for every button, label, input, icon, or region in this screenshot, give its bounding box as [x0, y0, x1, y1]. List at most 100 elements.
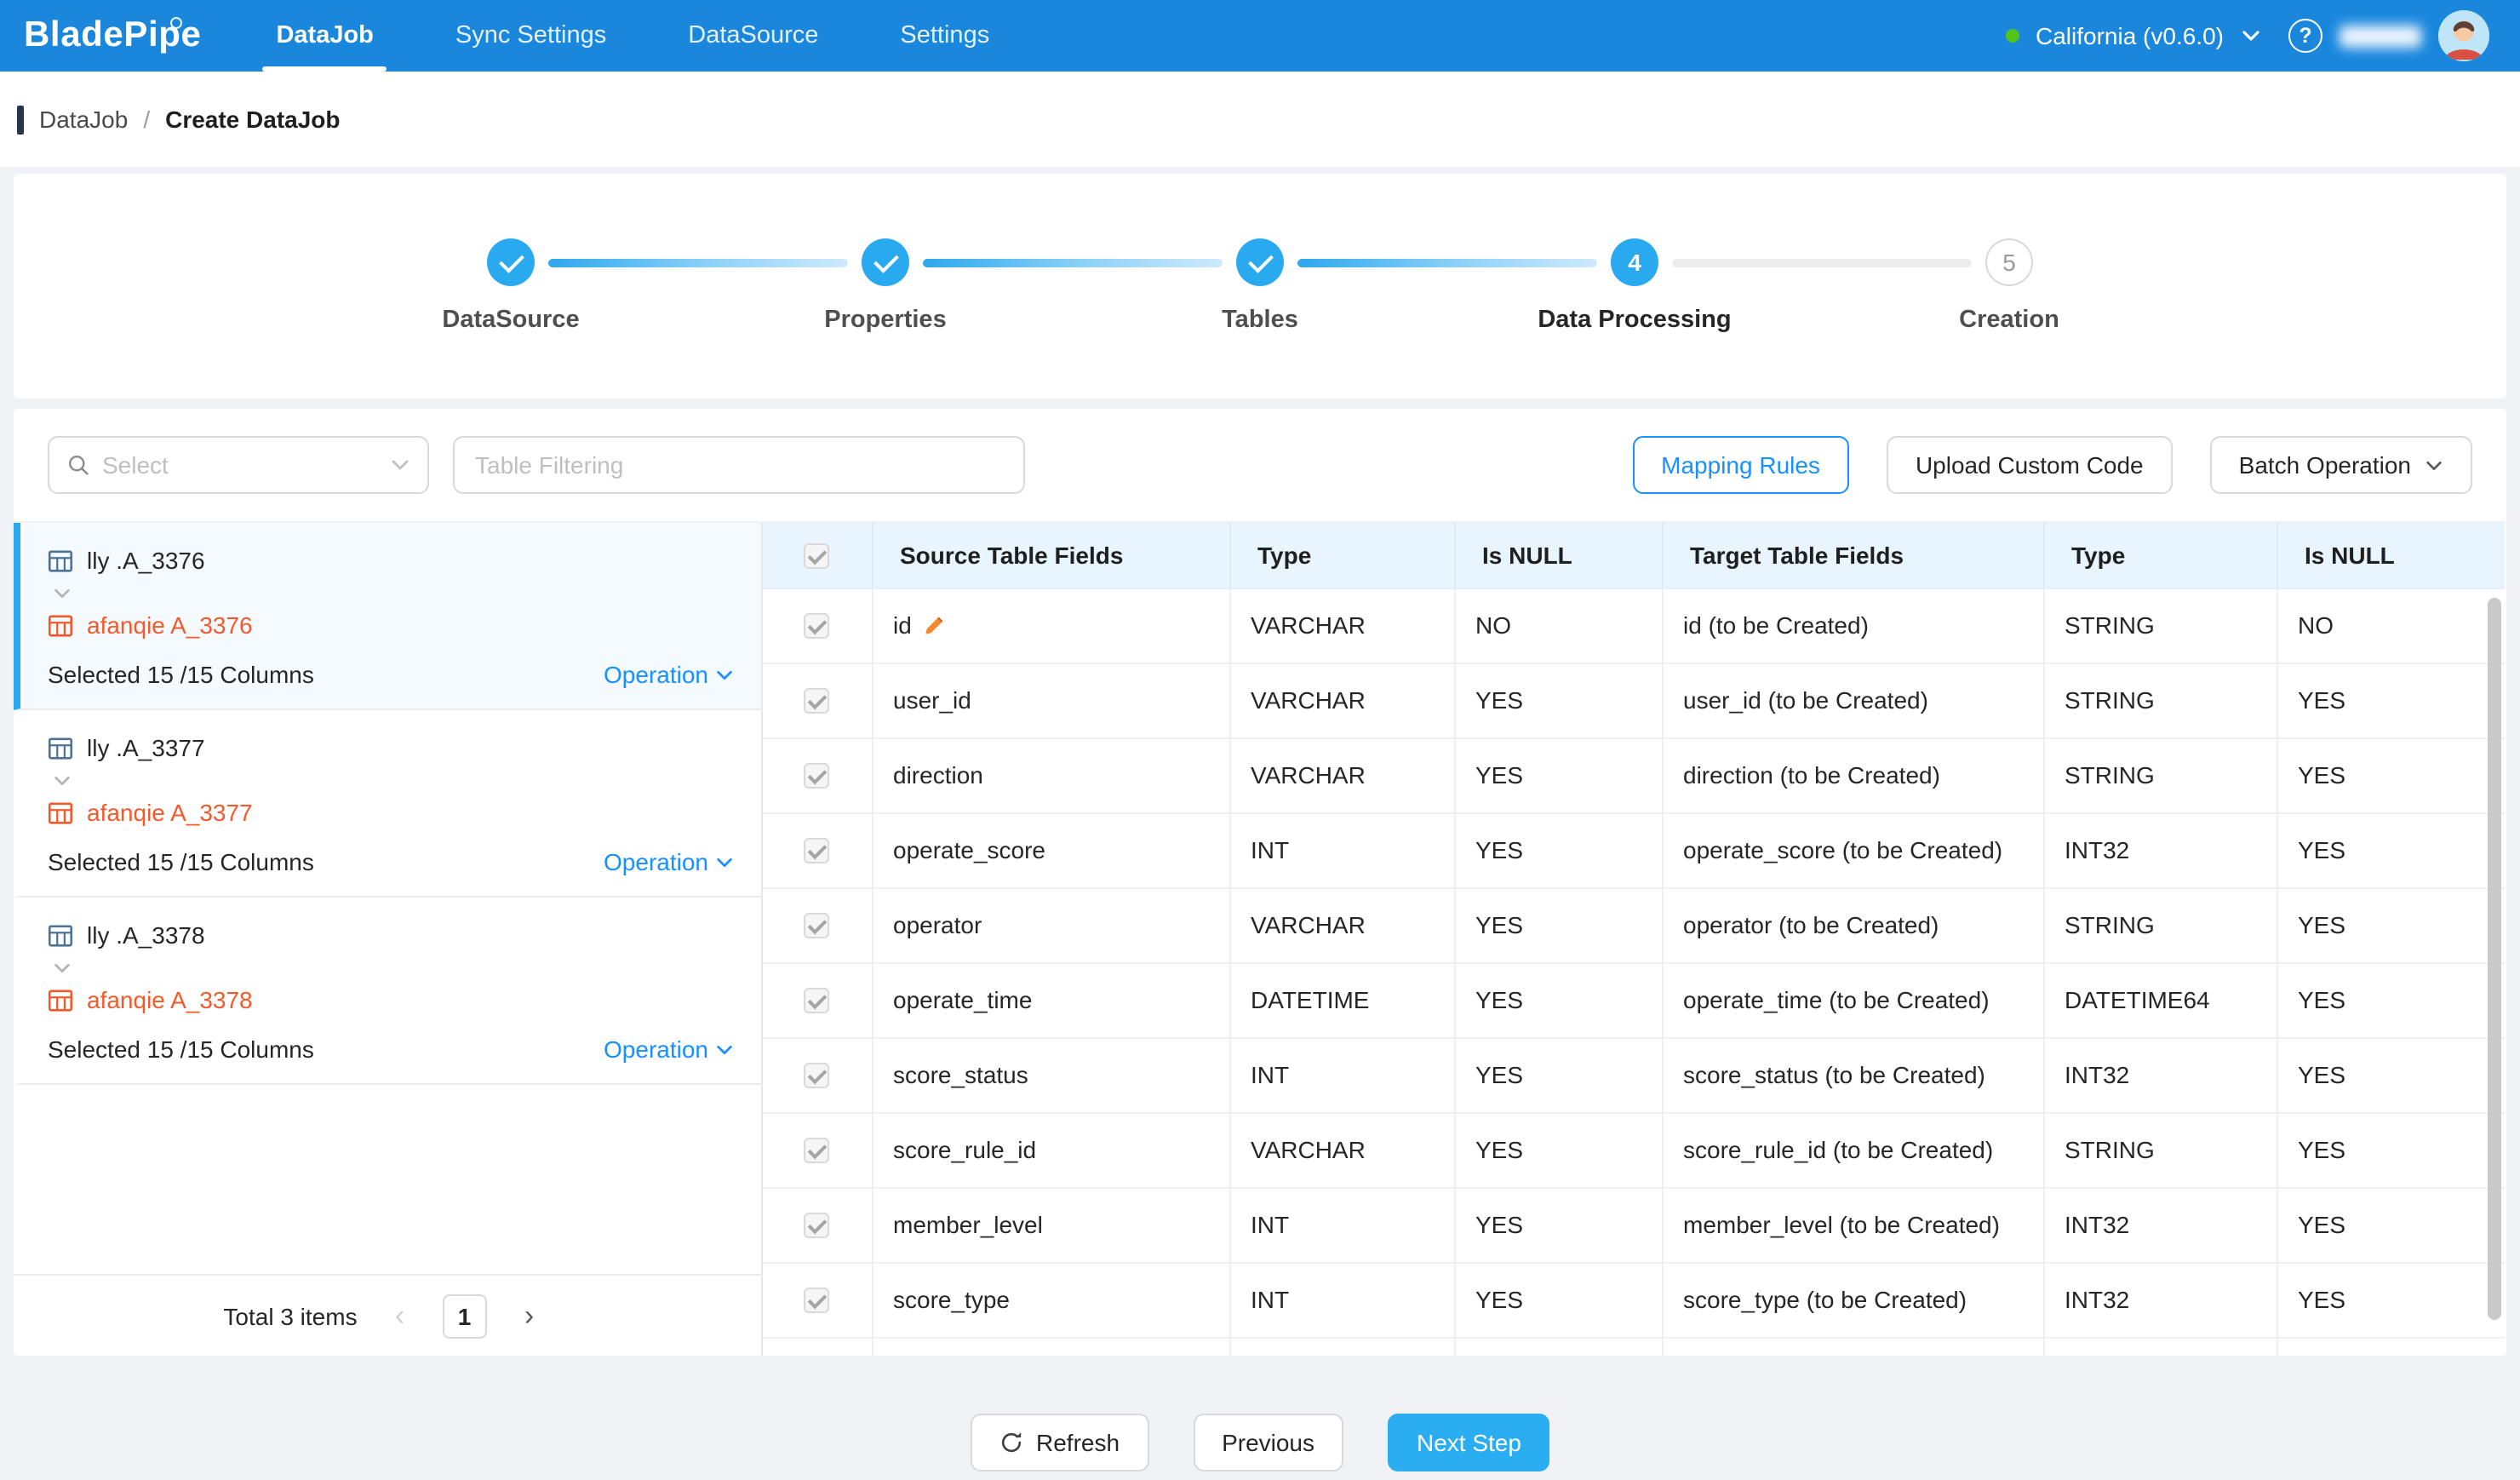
target-field-isnull: YES — [2277, 1037, 2505, 1112]
target-field-name[interactable]: operate_score (to be Created) — [1662, 812, 2043, 887]
step-tables: Tables — [1073, 238, 1447, 334]
col-target-field: Target Table Fields — [1662, 523, 2043, 588]
source-field-name: score_rule_id — [872, 1112, 1229, 1187]
target-field-name[interactable]: member_level (to be Created) — [1662, 1187, 2043, 1262]
selected-columns-text: Selected 15 /15 Columns — [48, 661, 314, 688]
mapping-rules-button[interactable]: Mapping Rules — [1632, 436, 1849, 494]
previous-button[interactable]: Previous — [1193, 1414, 1343, 1471]
nav-item-settings[interactable]: Settings — [883, 0, 1006, 72]
target-field-name[interactable]: score_status (to be Created) — [1662, 1037, 2043, 1112]
target-field-isnull: YES — [2277, 962, 2505, 1037]
refresh-label: Refresh — [1036, 1429, 1120, 1456]
operation-label: Operation — [604, 661, 708, 688]
field-row: score_type INT YES score_type (to be Cre… — [763, 1262, 2505, 1337]
operation-link[interactable]: Operation — [604, 848, 734, 875]
fields-table-container: Source Table Fields Type Is NULL Target … — [763, 523, 2506, 1356]
select-all-checkbox[interactable] — [805, 543, 830, 569]
page-title: Create DataJob — [165, 106, 340, 133]
source-field-type: INT — [1229, 812, 1454, 887]
row-checkbox[interactable] — [805, 689, 830, 714]
avatar-illustration — [2438, 10, 2489, 61]
user-avatar[interactable] — [2438, 10, 2489, 61]
target-field-type: INT32 — [2043, 812, 2277, 887]
target-field-type: INT32 — [2043, 1037, 2277, 1112]
refresh-button[interactable]: Refresh — [970, 1414, 1148, 1471]
operation-link[interactable]: Operation — [604, 1035, 734, 1063]
target-table-icon — [48, 987, 73, 1012]
source-field-name: operator — [872, 887, 1229, 962]
breadcrumb: DataJob / Create DataJob — [0, 72, 2520, 167]
source-table-icon — [48, 548, 73, 573]
target-field-isnull: YES — [2277, 812, 2505, 887]
region-version-selector[interactable]: California (v0.6.0) — [2036, 22, 2224, 49]
row-checkbox[interactable] — [805, 1288, 830, 1314]
target-field-type: DATETIME64 — [2043, 962, 2277, 1037]
row-checkbox[interactable] — [805, 839, 830, 864]
table-scrollbar[interactable] — [2488, 598, 2501, 1320]
source-field-name: score_type — [872, 1262, 1229, 1337]
source-field-type: INT — [1229, 1037, 1454, 1112]
pagination-page-1[interactable]: 1 — [443, 1294, 487, 1338]
source-field-isnull: NO — [1454, 588, 1662, 663]
operation-link[interactable]: Operation — [604, 661, 734, 688]
target-field-type: STRING — [2043, 663, 2277, 737]
row-checkbox[interactable] — [805, 1213, 830, 1239]
step-done-check-icon — [487, 238, 535, 286]
step-number-badge: 5 — [1985, 238, 2033, 286]
table-pair-item[interactable]: lly .A_3377 afanqie A_3377 Selected 15 /… — [14, 710, 761, 898]
source-field-type: VARCHAR — [1229, 588, 1454, 663]
data-processing-panel: Select Mapping Rules Upload Custom Code … — [14, 409, 2506, 1356]
select-dropdown[interactable]: Select — [48, 436, 429, 494]
expand-caret-icon[interactable] — [53, 955, 734, 979]
target-field-name[interactable]: id (to be Created) — [1662, 588, 2043, 663]
nav-item-sync-settings[interactable]: Sync Settings — [438, 0, 623, 72]
target-field-name[interactable]: direction (to be Created) — [1662, 737, 2043, 812]
target-field-isnull: YES — [2277, 1112, 2505, 1187]
source-field-type: INT — [1229, 1262, 1454, 1337]
nav-item-datajob[interactable]: DataJob — [259, 0, 390, 72]
chevron-down-icon — [715, 665, 734, 684]
step-done-check-icon — [862, 238, 909, 286]
field-row: operate_time DATETIME YES operate_time (… — [763, 962, 2505, 1037]
toolbar: Select Mapping Rules Upload Custom Code … — [14, 409, 2506, 521]
fields-table-header-row: Source Table Fields Type Is NULL Target … — [763, 523, 2505, 588]
breadcrumb-parent[interactable]: DataJob — [39, 106, 128, 133]
chevron-down-icon[interactable] — [2241, 26, 2261, 46]
refresh-icon — [999, 1431, 1022, 1454]
table-pair-item[interactable]: lly .A_3378 afanqie A_3378 Selected 15 /… — [14, 898, 761, 1085]
col-source-isnull: Is NULL — [1454, 523, 1662, 588]
target-field-name[interactable]: operate_time (to be Created) — [1662, 962, 2043, 1037]
row-checkbox[interactable] — [805, 614, 830, 640]
table-pair-item[interactable]: lly .A_3376 afanqie A_3376 Selected 15 /… — [14, 523, 761, 710]
source-field-name: user_id — [872, 663, 1229, 737]
edit-pencil-icon[interactable] — [924, 614, 946, 636]
next-step-button[interactable]: Next Step — [1388, 1414, 1550, 1471]
batch-operation-button[interactable]: Batch Operation — [2210, 436, 2472, 494]
step-properties: Properties — [698, 238, 1073, 334]
row-checkbox[interactable] — [805, 1064, 830, 1089]
upload-custom-code-button[interactable]: Upload Custom Code — [1887, 436, 2173, 494]
nav-item-datasource[interactable]: DataSource — [671, 0, 835, 72]
row-checkbox[interactable] — [805, 764, 830, 789]
col-target-isnull: Is NULL — [2277, 523, 2505, 588]
target-field-name[interactable]: user_id (to be Created) — [1662, 663, 2043, 737]
step-label: Creation — [1959, 307, 2059, 334]
target-field-isnull: YES — [2277, 1262, 2505, 1337]
row-checkbox[interactable] — [805, 1139, 830, 1164]
stepper-card: DataSource Properties Tables 4 Data Proc… — [14, 174, 2506, 399]
expand-caret-icon[interactable] — [53, 581, 734, 605]
target-field-isnull: YES — [2277, 737, 2505, 812]
table-filter-input[interactable] — [453, 436, 1025, 494]
target-field-type: INT32 — [2043, 1262, 2277, 1337]
target-field-name[interactable]: score_type (to be Created) — [1662, 1262, 2043, 1337]
target-field-name[interactable]: operator (to be Created) — [1662, 887, 2043, 962]
expand-caret-icon[interactable] — [53, 768, 734, 792]
pagination-prev[interactable]: ‹ — [378, 1294, 422, 1338]
row-checkbox[interactable] — [805, 989, 830, 1014]
help-icon[interactable]: ? — [2288, 19, 2322, 53]
pagination-next[interactable]: › — [507, 1294, 552, 1338]
target-table-name: afanqie A_3376 — [87, 611, 253, 639]
field-row: member_level INT YES member_level (to be… — [763, 1187, 2505, 1262]
target-field-name[interactable]: score_rule_id (to be Created) — [1662, 1112, 2043, 1187]
row-checkbox[interactable] — [805, 914, 830, 939]
